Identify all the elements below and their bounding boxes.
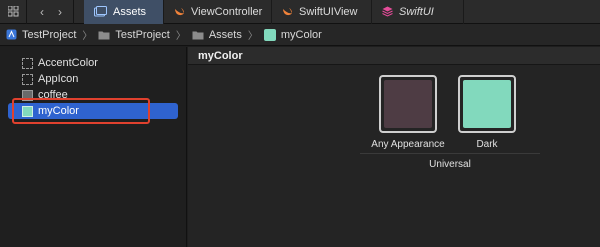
group-divider: [360, 153, 540, 154]
sidebar-item-label: AppIcon: [38, 73, 79, 85]
well-label-dark: Dark: [476, 139, 498, 150]
asset-title: myColor: [188, 47, 600, 65]
sidebar-item-appicon[interactable]: AppIcon: [8, 71, 178, 87]
breadcrumb-label: Assets: [208, 28, 242, 41]
tab-label: ViewController: [191, 5, 263, 18]
sidebar-item-label: myColor: [38, 105, 79, 117]
color-set-icon: [22, 57, 33, 69]
sidebar-item-mycolor[interactable]: myColor: [8, 103, 178, 119]
toolbar-divider: [26, 0, 27, 24]
tab-swiftuiview[interactable]: SwiftUIView: [272, 0, 372, 24]
app-icon-set-icon: [22, 73, 33, 85]
back-chevron-icon[interactable]: ‹: [33, 0, 51, 24]
tab-label: SwiftUIView: [299, 5, 358, 18]
asset-list-sidebar: AccentColor AppIcon coffee myColor: [0, 47, 187, 247]
tab-label: SwiftUI: [399, 5, 434, 18]
sidebar-item-coffee[interactable]: coffee: [8, 87, 178, 103]
breadcrumb-label: TestProject: [22, 28, 77, 41]
sidebar-item-label: coffee: [38, 89, 68, 101]
tab-viewcontroller[interactable]: ViewController: [164, 0, 272, 24]
toolbar-divider: [73, 0, 74, 24]
breadcrumb-mycolor[interactable]: myColor: [263, 28, 322, 41]
folder-icon: [98, 30, 110, 40]
assets-icon: [192, 30, 204, 40]
breadcrumb-label: TestProject: [115, 28, 170, 41]
swiftui-icon: [382, 6, 393, 17]
color-swatch: [384, 80, 432, 128]
chevron-right-icon: 〉: [175, 31, 186, 42]
group-label-universal: Universal: [429, 159, 471, 170]
tab-assets[interactable]: Assets: [84, 0, 164, 24]
swift-icon: [282, 7, 293, 17]
grid-icon[interactable]: [4, 0, 22, 24]
assets-icon: [94, 6, 107, 17]
breadcrumb: TestProject 〉 TestProject 〉 Assets 〉 myC…: [0, 24, 600, 46]
well-label-any-appearance: Any Appearance: [371, 139, 445, 150]
color-well-dark[interactable]: [458, 75, 516, 133]
chevron-right-icon: 〉: [82, 31, 93, 42]
tab-bar: ‹ › Assets ViewController SwiftUIView Sw…: [0, 0, 600, 24]
breadcrumb-folder[interactable]: TestProject: [98, 28, 170, 41]
chevron-right-icon: 〉: [247, 31, 258, 42]
breadcrumb-project[interactable]: TestProject: [6, 29, 76, 41]
tab-label: Assets: [113, 5, 147, 18]
color-set-icon: [22, 105, 33, 117]
sidebar-item-label: AccentColor: [38, 57, 98, 69]
forward-chevron-icon[interactable]: ›: [51, 0, 69, 24]
breadcrumb-assets[interactable]: Assets: [192, 29, 242, 41]
xcode-project-icon: [6, 29, 17, 40]
asset-editor: myColor Any Appearance Dark Universal: [188, 47, 600, 247]
tab-swiftui[interactable]: SwiftUI: [372, 0, 464, 24]
color-swatch: [463, 80, 511, 128]
swift-icon: [174, 7, 185, 17]
color-set-icon: [263, 28, 276, 41]
color-well-any-appearance[interactable]: [379, 75, 437, 133]
image-set-icon: [22, 89, 33, 101]
sidebar-item-accentcolor[interactable]: AccentColor: [8, 55, 178, 71]
breadcrumb-label: myColor: [280, 28, 322, 41]
